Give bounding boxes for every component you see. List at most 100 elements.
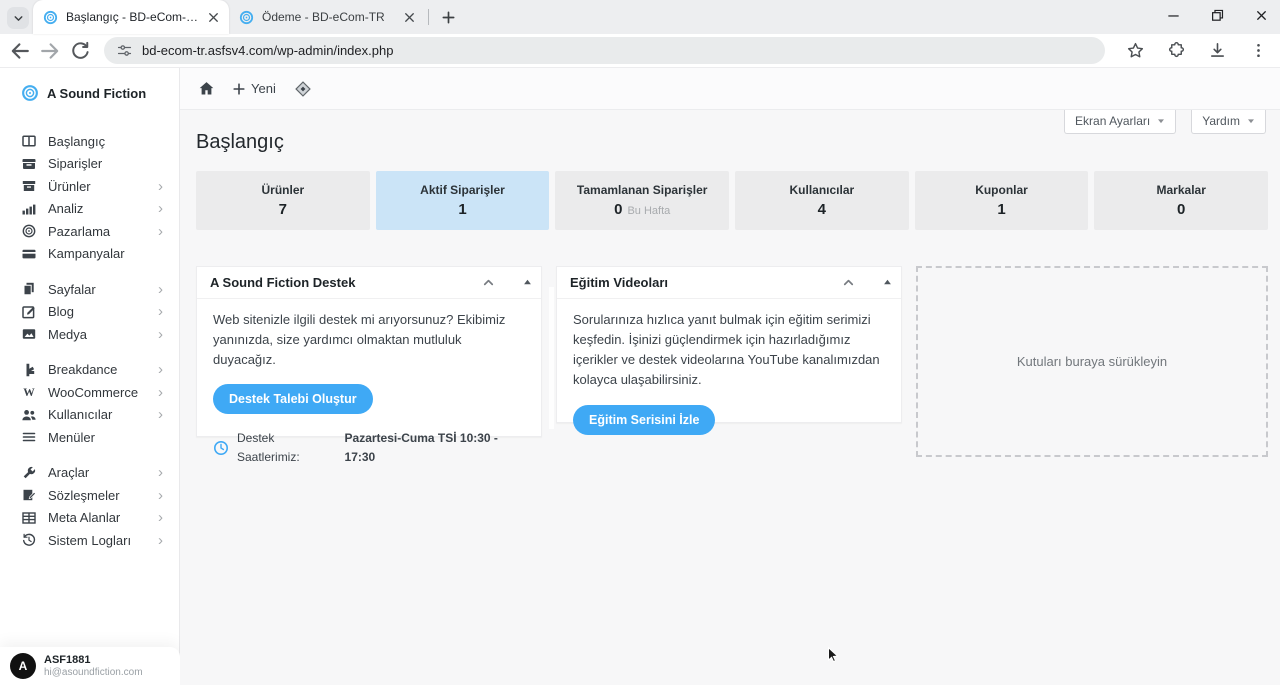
sidebar-item-meta-alanlar[interactable]: Meta Alanlar› — [0, 507, 179, 530]
tab-search-button[interactable] — [7, 7, 29, 29]
chevron-right-icon: › — [158, 407, 163, 422]
screen-options-label: Ekran Ayarları — [1075, 114, 1150, 128]
analytics-icon — [21, 201, 37, 217]
menus-icon — [21, 429, 37, 445]
address-bar[interactable]: bd-ecom-tr.asfsv4.com/wp-admin/index.php — [104, 37, 1105, 64]
support-text: Web sitenizle ilgili destek mi arıyorsun… — [213, 310, 525, 370]
sidebar-item-breakdance[interactable]: Breakdance› — [0, 359, 179, 382]
dropzone-text: Kutuları buraya sürükleyin — [1017, 354, 1167, 369]
current-user-card[interactable]: A ASF1881 hi@asoundfiction.com — [0, 647, 180, 685]
sidebar-item-sayfalar[interactable]: Sayfalar› — [0, 278, 179, 301]
support-hours-row: Destek Saatlerimiz: Pazartesi-Cuma TSİ 1… — [213, 429, 525, 466]
system-logs-icon — [21, 532, 37, 548]
screen-options-button[interactable]: Ekran Ayarları — [1064, 110, 1176, 134]
users-icon — [21, 407, 37, 423]
tab-close-icon[interactable] — [206, 10, 221, 25]
widget-support-header[interactable]: A Sound Fiction Destek — [197, 267, 541, 299]
sidebar-item-medya[interactable]: Medya› — [0, 323, 179, 346]
media-icon — [21, 326, 37, 342]
create-support-request-button[interactable]: Destek Talebi Oluştur — [213, 384, 373, 414]
woocommerce-icon: W — [21, 384, 37, 400]
forward-button[interactable] — [38, 39, 62, 63]
sidebar-item-pazarlama[interactable]: Pazarlama› — [0, 220, 179, 243]
new-tab-button[interactable] — [436, 5, 460, 29]
sidebar-item-analiz[interactable]: Analiz› — [0, 198, 179, 221]
sidebar-item-kampanyalar[interactable]: Kampanyalar — [0, 243, 179, 266]
sidebar-item-woocommerce[interactable]: W WooCommerce› — [0, 381, 179, 404]
move-up-icon[interactable] — [523, 278, 532, 287]
blog-icon — [21, 304, 37, 320]
window-restore-button[interactable] — [1206, 4, 1228, 26]
browser-tab-active[interactable]: Başlangıç - BD-eCom-TR — [33, 0, 229, 34]
downloads-icon[interactable] — [1208, 41, 1227, 60]
sidebar-item-siparisler[interactable]: Siparişler — [0, 153, 179, 176]
window-close-button[interactable] — [1250, 4, 1272, 26]
reload-button[interactable] — [68, 39, 92, 63]
new-content-button[interactable]: Yeni — [232, 81, 276, 96]
collapse-chevron-icon[interactable] — [841, 275, 856, 290]
main-content: Yeni Ekran Ayarları Yardım Başlangıç Ürü… — [180, 68, 1280, 685]
move-up-icon[interactable] — [883, 278, 892, 287]
svg-text:W: W — [23, 387, 35, 399]
sidebar-nav: Başlangıç Siparişler Ürünler› Analiz› Pa… — [0, 130, 179, 552]
stat-card-urunler[interactable]: Ürünler 7 — [196, 171, 370, 230]
chevron-right-icon: › — [158, 327, 163, 342]
widget-body: Sorularınıza hızlıca yanıt bulmak için e… — [557, 299, 901, 435]
widget-videos-header[interactable]: Eğitim Videoları — [557, 267, 901, 299]
minimize-icon — [1166, 8, 1181, 23]
support-hours-value: Pazartesi-Cuma TSİ 10:30 - 17:30 — [345, 429, 525, 466]
stat-card-kullanicilar[interactable]: Kullanıcılar 4 — [735, 171, 909, 230]
back-button[interactable] — [8, 39, 32, 63]
bookmark-star-icon[interactable] — [1126, 41, 1145, 60]
sidebar-item-baslangic[interactable]: Başlangıç — [0, 130, 179, 153]
stat-card-markalar[interactable]: Markalar 0 — [1094, 171, 1268, 230]
support-hours-label: Destek Saatlerimiz: — [237, 429, 337, 466]
sidebar-item-blog[interactable]: Blog› — [0, 301, 179, 324]
widget-title: A Sound Fiction Destek — [210, 275, 481, 290]
user-name: ASF1881 — [44, 653, 143, 667]
plus-icon — [441, 10, 456, 25]
browser-toolbar: bd-ecom-tr.asfsv4.com/wp-admin/index.php — [0, 34, 1280, 68]
stat-suffix: Bu Hafta — [627, 205, 670, 217]
sidebar-item-sistem-loglari[interactable]: Sistem Logları› — [0, 529, 179, 552]
chevron-right-icon: › — [158, 533, 163, 548]
browser-tab-inactive[interactable]: Ödeme - BD-eCom-TR — [229, 0, 425, 34]
breakdance-icon — [21, 362, 37, 378]
brand-logo[interactable]: A Sound Fiction — [0, 68, 179, 102]
chevron-right-icon: › — [158, 179, 163, 194]
stat-card-tamamlanan-siparisler[interactable]: Tamamlanan Siparişler 0Bu Hafta — [555, 171, 729, 230]
chevron-right-icon: › — [158, 465, 163, 480]
home-icon[interactable] — [198, 80, 215, 97]
window-minimize-button[interactable] — [1162, 4, 1184, 26]
tab-title: Ödeme - BD-eCom-TR — [262, 10, 396, 24]
browser-menu-icon[interactable] — [1249, 41, 1268, 60]
site-settings-icon[interactable] — [116, 42, 133, 59]
wp-admin-bar: Yeni — [180, 68, 1280, 110]
sidebar-item-sozlesmeler[interactable]: Sözleşmeler› — [0, 484, 179, 507]
window-controls — [1162, 4, 1272, 26]
sidebar-item-kullanicilar[interactable]: Kullanıcılar› — [0, 404, 179, 427]
widget-dropzone[interactable]: Kutuları buraya sürükleyin — [916, 266, 1268, 457]
wp-admin-app: A Sound Fiction Başlangıç Siparişler Ürü… — [0, 68, 1280, 685]
breakdance-builder-icon[interactable] — [293, 79, 313, 99]
widget-title: Eğitim Videoları — [570, 275, 841, 290]
site-favicon — [43, 10, 58, 25]
pages-icon — [21, 281, 37, 297]
admin-sidebar: A Sound Fiction Başlangıç Siparişler Ürü… — [0, 68, 180, 685]
tab-title: Başlangıç - BD-eCom-TR — [66, 10, 200, 24]
sidebar-item-araclar[interactable]: Araçlar› — [0, 462, 179, 485]
watch-training-series-button[interactable]: Eğitim Serisini İzle — [573, 405, 715, 435]
sidebar-item-menuler[interactable]: Menüler — [0, 426, 179, 449]
screenshot-root: Başlangıç - BD-eCom-TR Ödeme - BD-eCom-T… — [0, 0, 1280, 685]
tab-close-icon[interactable] — [402, 10, 417, 25]
chevron-right-icon: › — [158, 224, 163, 239]
extensions-icon[interactable] — [1167, 41, 1186, 60]
collapse-chevron-icon[interactable] — [481, 275, 496, 290]
brand-logo-icon — [21, 84, 39, 102]
help-button[interactable]: Yardım — [1191, 110, 1266, 134]
sidebar-item-urunler[interactable]: Ürünler› — [0, 175, 179, 198]
help-label: Yardım — [1202, 114, 1240, 128]
videos-text: Sorularınıza hızlıca yanıt bulmak için e… — [573, 310, 885, 391]
stat-card-kuponlar[interactable]: Kuponlar 1 — [915, 171, 1089, 230]
stat-card-aktif-siparisler[interactable]: Aktif Siparişler 1 — [376, 171, 550, 230]
